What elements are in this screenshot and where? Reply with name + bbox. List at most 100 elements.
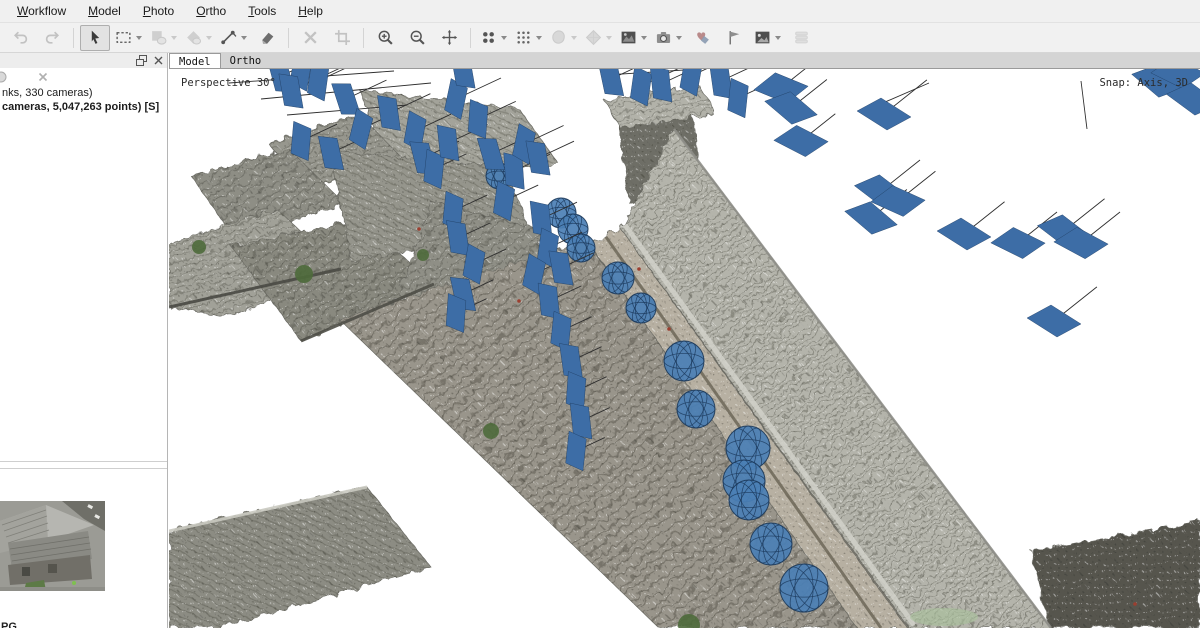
layers-icon bbox=[793, 29, 810, 46]
menu-workflow[interactable]: Workflow bbox=[6, 2, 77, 20]
toolbar-separator bbox=[470, 28, 471, 48]
spherical-camera-marker bbox=[780, 563, 828, 614]
tree-pointcloud bbox=[483, 423, 499, 439]
photo-caption: PG bbox=[1, 621, 17, 628]
menu-photo[interactable]: Photo bbox=[132, 2, 185, 20]
snap-label: Snap: Axis, 3D bbox=[1099, 77, 1188, 89]
workspace-tree: nks, 330 cameras)cameras, 5,047,263 poin… bbox=[2, 86, 168, 114]
tree-pointcloud bbox=[417, 249, 429, 261]
partial-circle-icon[interactable] bbox=[0, 70, 8, 84]
redo-button bbox=[37, 25, 67, 51]
undo-button bbox=[5, 25, 35, 51]
solid-icon bbox=[585, 29, 602, 46]
point-cloud-scene bbox=[169, 69, 1200, 628]
float-panel-icon[interactable] bbox=[135, 54, 148, 67]
app-window: WorkflowModelPhotoOrthoToolsHelp nks, 33… bbox=[0, 0, 1200, 628]
dropdown-arrow-icon[interactable] bbox=[206, 36, 212, 40]
shapes-icon bbox=[694, 29, 711, 46]
show-shapes-button[interactable] bbox=[687, 25, 717, 51]
dropdown-arrow-icon[interactable] bbox=[241, 36, 247, 40]
photo-thumbnail[interactable] bbox=[0, 501, 105, 591]
dense-cloud-view-button[interactable] bbox=[512, 25, 545, 51]
resize-region-button bbox=[147, 25, 180, 51]
layers-button bbox=[786, 25, 816, 51]
camera-plane-marker bbox=[437, 123, 459, 163]
selection-tool-button[interactable] bbox=[80, 25, 110, 51]
workspace-tree-item-0[interactable]: nks, 330 cameras) bbox=[2, 86, 168, 100]
dropdown-arrow-icon[interactable] bbox=[676, 36, 682, 40]
dropdown-arrow-icon[interactable] bbox=[136, 36, 142, 40]
redo-icon bbox=[44, 29, 61, 46]
image-icon bbox=[754, 29, 771, 46]
camera-plane-marker bbox=[989, 224, 1046, 261]
camera-plane-marker bbox=[937, 218, 991, 250]
tab-model[interactable]: Model bbox=[169, 53, 221, 68]
tab-ortho[interactable]: Ortho bbox=[221, 53, 271, 68]
toolbar-separator bbox=[73, 28, 74, 48]
street-detail bbox=[417, 227, 421, 231]
viewport-tabs: ModelOrtho bbox=[169, 53, 1200, 69]
menu-model[interactable]: Model bbox=[77, 2, 132, 20]
street-detail bbox=[1133, 602, 1137, 606]
zoom-in-button[interactable] bbox=[370, 25, 400, 51]
menu-bar: WorkflowModelPhotoOrthoToolsHelp bbox=[0, 0, 1200, 23]
camera-plane-marker bbox=[306, 69, 329, 101]
undo-icon bbox=[12, 29, 29, 46]
toolbar bbox=[0, 23, 1200, 53]
ruler-button[interactable] bbox=[217, 25, 250, 51]
spherical-camera-marker bbox=[677, 389, 715, 429]
dropdown-arrow-icon[interactable] bbox=[536, 36, 542, 40]
toolbar-separator bbox=[363, 28, 364, 48]
zoom-out-button[interactable] bbox=[402, 25, 432, 51]
textured-view-button[interactable] bbox=[617, 25, 650, 51]
dropdown-arrow-icon[interactable] bbox=[775, 36, 781, 40]
workspace-tree-item-1[interactable]: cameras, 5,047,263 points) [S] bbox=[2, 100, 168, 114]
tree-pointcloud bbox=[295, 265, 313, 283]
reset-view-button[interactable] bbox=[434, 25, 464, 51]
eraser-button[interactable] bbox=[252, 25, 282, 51]
menu-ortho[interactable]: Ortho bbox=[185, 2, 237, 20]
crop-icon bbox=[334, 29, 351, 46]
crop-button bbox=[327, 25, 357, 51]
street-detail bbox=[637, 267, 641, 271]
model-viewport[interactable]: Perspective 30° Snap: Axis, 3D bbox=[169, 69, 1200, 628]
camera-plane-marker bbox=[727, 78, 749, 118]
street-detail bbox=[667, 327, 671, 331]
workspace-toolbar bbox=[0, 68, 168, 86]
delete-icon bbox=[302, 29, 319, 46]
panel-splitter[interactable] bbox=[0, 461, 168, 469]
cursor-icon bbox=[87, 29, 104, 46]
camera-plane-marker bbox=[773, 123, 830, 160]
viewport-pane: ModelOrtho bbox=[169, 53, 1200, 628]
zoom-in-icon bbox=[377, 29, 394, 46]
spherical-camera-marker bbox=[602, 261, 634, 295]
menu-tools[interactable]: Tools bbox=[237, 2, 287, 20]
camera-axis-line bbox=[1081, 81, 1087, 129]
dropdown-arrow-icon[interactable] bbox=[501, 36, 507, 40]
close-panel-icon[interactable] bbox=[152, 54, 165, 67]
show-cameras-button[interactable] bbox=[652, 25, 685, 51]
pale-green-patch bbox=[910, 608, 978, 626]
tree-pointcloud bbox=[192, 240, 206, 254]
camera-plane-marker bbox=[598, 69, 624, 99]
solid-view-button bbox=[582, 25, 615, 51]
dropdown-arrow-icon[interactable] bbox=[571, 36, 577, 40]
dropdown-arrow-icon[interactable] bbox=[171, 36, 177, 40]
menu-help[interactable]: Help bbox=[287, 2, 334, 20]
dots4-icon bbox=[480, 29, 497, 46]
flag-icon bbox=[726, 29, 743, 46]
grid9-icon bbox=[515, 29, 532, 46]
show-images-button[interactable] bbox=[751, 25, 784, 51]
point-cloud-view-button[interactable] bbox=[477, 25, 510, 51]
show-markers-button[interactable] bbox=[719, 25, 749, 51]
perspective-label: Perspective 30° bbox=[181, 77, 276, 89]
textured-icon bbox=[620, 29, 637, 46]
street-detail bbox=[517, 299, 521, 303]
region-icon bbox=[150, 29, 167, 46]
spherical-camera-marker bbox=[729, 479, 769, 521]
rectangle-selection-button[interactable] bbox=[112, 25, 145, 51]
dropdown-arrow-icon[interactable] bbox=[641, 36, 647, 40]
remove-item-icon[interactable] bbox=[36, 70, 50, 84]
dropdown-arrow-icon[interactable] bbox=[606, 36, 612, 40]
spherical-camera-marker bbox=[626, 292, 656, 324]
